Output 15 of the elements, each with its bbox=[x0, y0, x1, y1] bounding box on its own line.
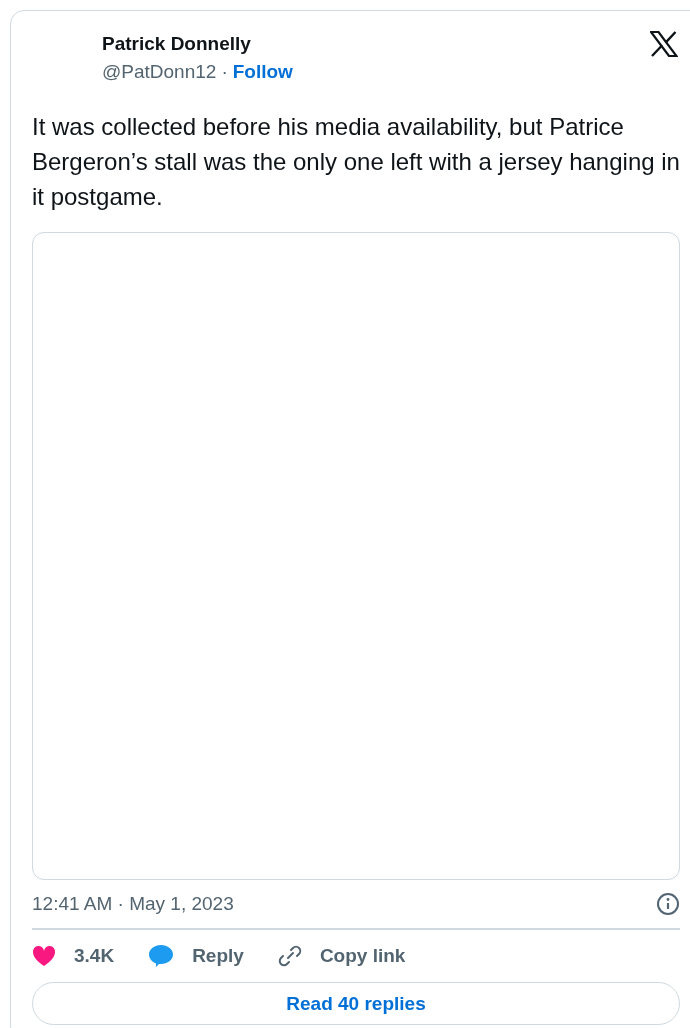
timestamp[interactable]: 12:41 AM · May 1, 2023 bbox=[32, 893, 234, 915]
like-button[interactable]: 3.4K bbox=[32, 945, 115, 967]
heart-icon bbox=[32, 945, 56, 967]
follow-link[interactable]: Follow bbox=[232, 61, 293, 83]
separator-dot: · bbox=[221, 61, 228, 83]
link-icon bbox=[277, 944, 302, 968]
x-logo-icon[interactable] bbox=[650, 31, 678, 57]
author-name[interactable]: Patrick Donnelly bbox=[102, 33, 293, 55]
read-replies-button[interactable]: Read 40 replies bbox=[32, 982, 680, 1025]
copy-link-button[interactable]: Copy link bbox=[277, 944, 406, 968]
info-icon[interactable] bbox=[656, 892, 680, 916]
author-handle: @PatDonn12 bbox=[102, 61, 217, 83]
reply-button[interactable]: Reply bbox=[148, 944, 244, 968]
tweet-text: It was collected before his media availability, but Patrice Bergeron’s stall was the only one left with a jersey hanging in it postgame. bbox=[32, 112, 680, 212]
speech-bubble-icon bbox=[148, 944, 175, 968]
